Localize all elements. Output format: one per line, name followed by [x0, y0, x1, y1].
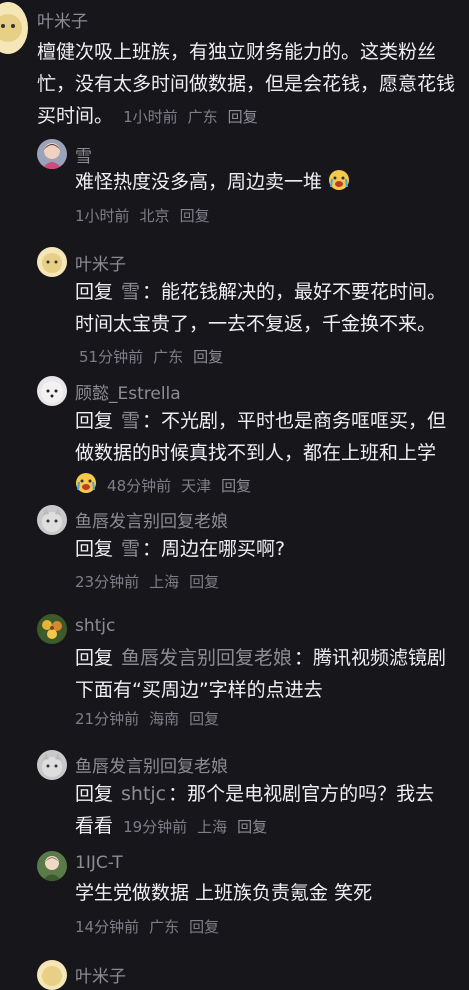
comment-time: 14分钟前 [75, 918, 140, 936]
comment-location: 上海 [197, 818, 228, 836]
reply-target-user[interactable]: 鱼唇发言别回复老娘 [121, 647, 292, 669]
comment-text-block: 回复 shtjc ：那个是电视剧官方的吗？我去看看 19分钟前 上海 回复 [75, 783, 435, 837]
avatar[interactable] [37, 505, 67, 535]
avatar[interactable] [37, 750, 67, 780]
comment-location: 天津 [181, 477, 212, 495]
reply-prefix: 回复 [75, 783, 114, 805]
avatar[interactable] [0, 2, 28, 54]
comment-author[interactable]: 鱼唇发言别回复老娘 [75, 752, 228, 777]
dog-avatar-icon [41, 381, 63, 403]
reply-target-user[interactable]: 雪 [121, 281, 140, 303]
comment-text-block: 回复雪：能花钱解决的，最好不要花时间。时间太宝贵了，一去不复返，千金换不来。 5… [75, 281, 447, 366]
comment-location: 广东 [187, 108, 218, 126]
avatar[interactable] [37, 614, 67, 644]
cat-avatar-icon [42, 753, 62, 777]
flower-avatar-icon [42, 620, 62, 639]
reply-target-user[interactable]: shtjc [121, 783, 166, 805]
comment-time: 48分钟前 [107, 477, 172, 495]
cartoon-avatar-icon [42, 966, 62, 986]
cartoon-avatar-icon [0, 14, 22, 42]
comment-location: 上海 [149, 573, 180, 591]
cartoon-avatar-icon [42, 253, 62, 273]
crying-emoji-icon [328, 169, 350, 201]
comment-location: 广东 [153, 348, 184, 366]
character-avatar-icon [42, 856, 62, 881]
comment-author[interactable]: 雪 [75, 142, 92, 167]
reply-button[interactable]: 回复 [189, 573, 219, 591]
comment-author[interactable]: 1IJC-T [75, 853, 123, 873]
comment-author[interactable]: 鱼唇发言别回复老娘 [75, 507, 228, 532]
comment-location: 广东 [149, 918, 180, 936]
comment-author[interactable]: shtjc [75, 616, 115, 636]
comment-text-block: 檀健次吸上班族，有独立财务能力的。这类粉丝忙，没有太多时间做数据，但是会花钱，愿… [37, 36, 457, 133]
reply-button[interactable]: 回复 [180, 207, 210, 225]
comment-text: 周边在哪买啊? [161, 538, 286, 560]
reply-button[interactable]: 回复 [228, 108, 258, 126]
reply-button[interactable]: 回复 [237, 818, 267, 836]
reply-target-user[interactable]: 雪 [121, 538, 140, 560]
comment-author[interactable]: 顾懿_Estrella [75, 379, 181, 404]
comment-time: 1小时前 [123, 108, 178, 126]
comment-time: 51分钟前 [79, 348, 144, 366]
comment-text-block: 难怪热度没多高，周边卖一堆 [75, 166, 455, 201]
comment-text: 学生党做数据 上班族负责氪金 笑死 [75, 882, 373, 904]
comment-meta: 1小时前 广东 回复 [123, 108, 268, 126]
cat-avatar-icon [42, 508, 62, 532]
comment-text-block: 回复雪：周边在哪买啊? [75, 538, 286, 560]
comment-meta: 48分钟前 天津 回复 [107, 477, 261, 495]
avatar[interactable] [37, 247, 67, 277]
comment-author[interactable]: 叶米子 [75, 962, 126, 987]
crying-emoji-icon [75, 472, 97, 504]
comment-author[interactable]: 叶米子 [75, 250, 126, 275]
comment-author[interactable]: 叶米子 [37, 7, 88, 32]
comment-text-block: 回复雪：不光剧，平时也是商务哐哐买，但做数据的时候真找不到人，都在上班和上学 4… [75, 405, 447, 504]
reply-prefix: 回复 [75, 538, 114, 560]
reply-button[interactable]: 回复 [221, 477, 251, 495]
avatar[interactable] [37, 851, 67, 881]
comment-meta: 19分钟前 上海 回复 [123, 818, 277, 836]
comment-meta: 14分钟前 广东 回复 [75, 916, 229, 937]
comment-time: 23分钟前 [75, 573, 140, 591]
comment-text-block: 回复 鱼唇发言别回复老娘 ：腾讯视频滤镜剧下面有“买周边”字样的点进去 [75, 647, 447, 701]
comment-time: 21分钟前 [75, 710, 140, 728]
reply-prefix: 回复 [75, 647, 114, 669]
reply-button[interactable]: 回复 [189, 710, 219, 728]
avatar[interactable] [37, 376, 67, 406]
comment-meta: 51分钟前 广东 回复 [79, 348, 233, 366]
reply-button[interactable]: 回复 [189, 918, 219, 936]
comment-meta: 23分钟前 上海 回复 [75, 571, 229, 592]
comment-meta: 1小时前 北京 回复 [75, 205, 220, 226]
comment-text: 难怪热度没多高，周边卖一堆 [75, 171, 323, 193]
girl-avatar-icon [42, 143, 62, 169]
reply-button[interactable]: 回复 [193, 348, 223, 366]
comment-text-block: 学生党做数据 上班族负责氪金 笑死 [75, 877, 455, 909]
comment-time: 1小时前 [75, 207, 130, 225]
comment-meta: 21分钟前 海南 回复 [75, 708, 229, 729]
comment-location: 北京 [139, 207, 170, 225]
avatar[interactable] [37, 139, 67, 169]
avatar[interactable] [37, 960, 67, 990]
reply-prefix: 回复 [75, 281, 114, 303]
reply-prefix: 回复 [75, 410, 114, 432]
comment-time: 19分钟前 [123, 818, 188, 836]
reply-target-user[interactable]: 雪 [121, 410, 140, 432]
comment-location: 海南 [149, 710, 180, 728]
